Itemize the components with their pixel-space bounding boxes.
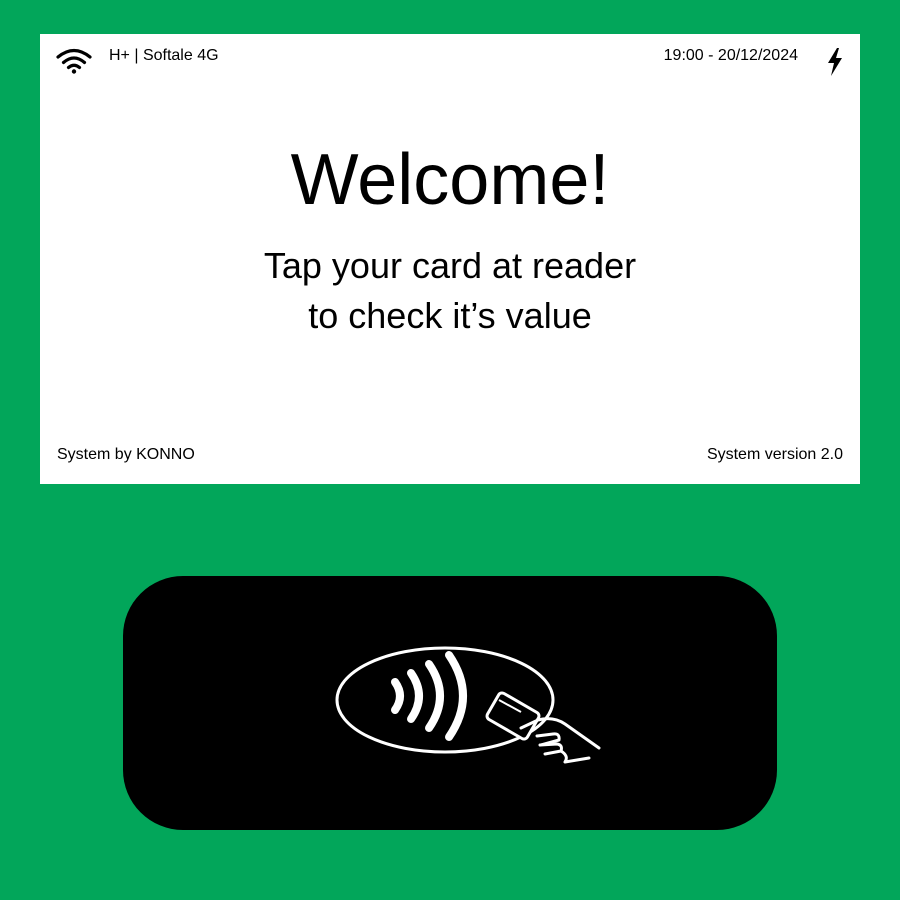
instruction-text: Tap your card at reader to check it’s va…: [40, 241, 860, 341]
system-version: System version 2.0: [706, 446, 843, 463]
status-bar: H+ | Softale 4G 19:00 - 20/12/2024: [40, 34, 860, 80]
lightning-icon: [828, 48, 842, 76]
wifi-icon: [56, 48, 92, 74]
display-screen: H+ | Softale 4G 19:00 - 20/12/2024 Welco…: [40, 34, 860, 484]
instruction-line-1: Tap your card at reader: [263, 245, 637, 286]
system-credit: System by KONNO: [57, 446, 195, 463]
contactless-payment-icon: [335, 646, 601, 764]
card-reader[interactable]: [123, 576, 777, 830]
kiosk-frame: H+ | Softale 4G 19:00 - 20/12/2024 Welco…: [0, 0, 900, 900]
network-status: H+ | Softale 4G: [109, 47, 219, 64]
welcome-title: Welcome!: [290, 140, 610, 220]
instruction-line-2: to check it’s value: [308, 295, 592, 336]
datetime: 19:00 - 20/12/2024: [663, 47, 798, 64]
